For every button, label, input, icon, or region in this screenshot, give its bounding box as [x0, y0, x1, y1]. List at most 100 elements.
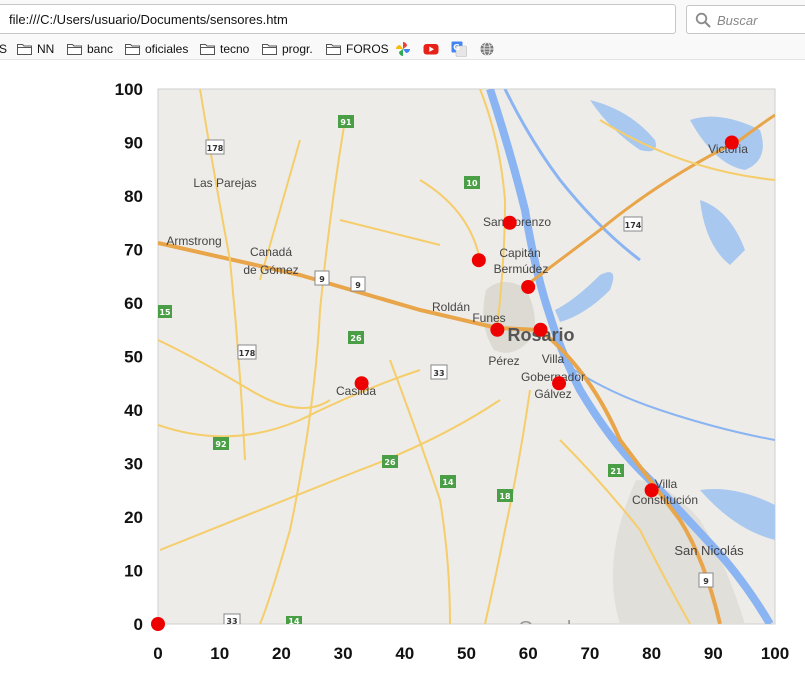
- x-tick-label: 70: [580, 644, 599, 663]
- route-shield: 18: [499, 492, 511, 501]
- globe-icon[interactable]: [479, 41, 495, 57]
- route-shield: 15: [159, 308, 171, 317]
- route-shield: 92: [215, 440, 226, 449]
- map-background: 91 178 10 174 9 9 15 26 178 33 92 26 14 …: [157, 88, 776, 640]
- x-tick-label: 30: [334, 644, 353, 663]
- bookmark-label: S: [0, 42, 8, 56]
- place-label: Funes: [472, 311, 505, 325]
- sensor-scatter-chart: 91 178 10 174 9 9 15 26 178 33 92 26 14 …: [115, 80, 790, 663]
- route-shield: 26: [384, 458, 396, 467]
- place-label: Pérez: [488, 354, 519, 368]
- bookmark-folder-banc[interactable]: banc: [67, 40, 113, 58]
- y-tick-label: 40: [124, 401, 143, 420]
- folder-icon: [262, 44, 277, 55]
- place-label: Las Parejas: [193, 176, 256, 190]
- bookmark-label: tecno: [220, 42, 250, 56]
- svg-text:G: G: [453, 43, 460, 52]
- route-shield: 9: [319, 275, 325, 284]
- y-tick-label: 60: [124, 294, 143, 313]
- y-axis-ticks: 0 10 20 30 40 50 60 70 80 90 100: [115, 80, 143, 634]
- route-shield: 9: [355, 281, 361, 290]
- translate-icon[interactable]: G: [451, 41, 467, 57]
- address-bar[interactable]: file:///C:/Users/usuario/Documents/senso…: [0, 4, 676, 34]
- pinwheel-icon[interactable]: [395, 41, 411, 57]
- sensor-point: [644, 483, 659, 498]
- place-label: San Nicolás: [674, 543, 744, 558]
- bookmark-folder-nn[interactable]: NN: [17, 40, 54, 58]
- route-shield: 178: [239, 349, 256, 358]
- x-tick-label: 80: [642, 644, 661, 663]
- sensor-point: [471, 253, 486, 268]
- address-bar-url[interactable]: file:///C:/Users/usuario/Documents/senso…: [9, 12, 288, 27]
- bookmarks-bar: S NN banc oficiales tecno progr. FOROS G: [0, 37, 805, 60]
- place-label: San Lorenzo: [483, 215, 551, 229]
- y-tick-label: 90: [124, 134, 143, 153]
- search-input[interactable]: [717, 10, 805, 30]
- route-shield: 14: [442, 478, 454, 487]
- sensor-point: [151, 617, 165, 631]
- y-tick-label: 20: [124, 508, 143, 527]
- sensor-point: [533, 322, 548, 337]
- route-shield: 91: [340, 118, 352, 127]
- x-tick-label: 50: [457, 644, 476, 663]
- folder-icon: [326, 44, 341, 55]
- place-label: Capitán: [499, 246, 540, 260]
- y-tick-label: 70: [124, 241, 143, 260]
- bookmark-item[interactable]: S: [0, 40, 7, 58]
- x-tick-label: 40: [395, 644, 414, 663]
- youtube-icon[interactable]: [423, 41, 439, 57]
- place-label: Gálvez: [534, 387, 571, 401]
- place-label: Constitución: [632, 493, 698, 507]
- sensor-point: [724, 135, 739, 150]
- search-icon[interactable]: [695, 12, 711, 28]
- x-tick-label: 20: [272, 644, 291, 663]
- sensor-point: [490, 322, 505, 337]
- y-tick-label: 100: [115, 80, 143, 99]
- y-tick-label: 50: [124, 348, 143, 367]
- route-shield: 33: [433, 369, 444, 378]
- route-shield: 10: [466, 179, 478, 188]
- x-tick-label: 100: [761, 644, 789, 663]
- y-tick-label: 10: [124, 562, 143, 581]
- bookmark-folder-progr[interactable]: progr.: [262, 40, 313, 58]
- sensor-point: [552, 376, 567, 391]
- route-shield: 21: [610, 467, 622, 476]
- place-label: Canadá: [250, 245, 292, 259]
- place-label: Villa: [542, 352, 565, 366]
- y-tick-label: 0: [134, 615, 143, 634]
- sensor-point: [502, 215, 517, 230]
- bookmark-folder-oficiales[interactable]: oficiales: [125, 40, 188, 58]
- folder-icon: [125, 44, 140, 55]
- bookmark-folder-foros[interactable]: FOROS: [326, 40, 389, 58]
- y-tick-label: 30: [124, 455, 143, 474]
- folder-icon: [67, 44, 82, 55]
- folder-icon: [17, 44, 32, 55]
- bookmark-label: oficiales: [145, 42, 189, 56]
- route-shield: 33: [226, 617, 237, 626]
- route-shield: 174: [625, 221, 642, 230]
- x-tick-label: 60: [519, 644, 538, 663]
- route-shield: 9: [703, 577, 709, 586]
- x-tick-label: 0: [153, 644, 162, 663]
- place-label: de Gómez: [243, 263, 298, 277]
- browser-toolbar: file:///C:/Users/usuario/Documents/senso…: [0, 0, 805, 37]
- x-tick-label: 10: [210, 644, 229, 663]
- x-tick-label: 90: [704, 644, 723, 663]
- search-box[interactable]: [686, 5, 805, 34]
- route-shield: 178: [207, 144, 224, 153]
- place-label: Armstrong: [166, 234, 221, 248]
- bookmark-label: banc: [87, 42, 114, 56]
- map-watermark: Google: [518, 618, 583, 640]
- y-tick-label: 80: [124, 187, 143, 206]
- sensor-point: [521, 279, 536, 294]
- x-axis-ticks: 0 10 20 30 40 50 60 70 80 90 100: [153, 644, 789, 663]
- sensor-point: [354, 376, 369, 391]
- place-label: Bermúdez: [494, 262, 549, 276]
- bookmark-folder-tecno[interactable]: tecno: [200, 40, 249, 58]
- bookmark-label: NN: [37, 42, 55, 56]
- bookmark-label: progr.: [282, 42, 313, 56]
- route-shield: 14: [288, 617, 300, 626]
- bookmark-label: FOROS: [346, 42, 389, 56]
- folder-icon: [200, 44, 215, 55]
- place-label: Roldán: [432, 300, 470, 314]
